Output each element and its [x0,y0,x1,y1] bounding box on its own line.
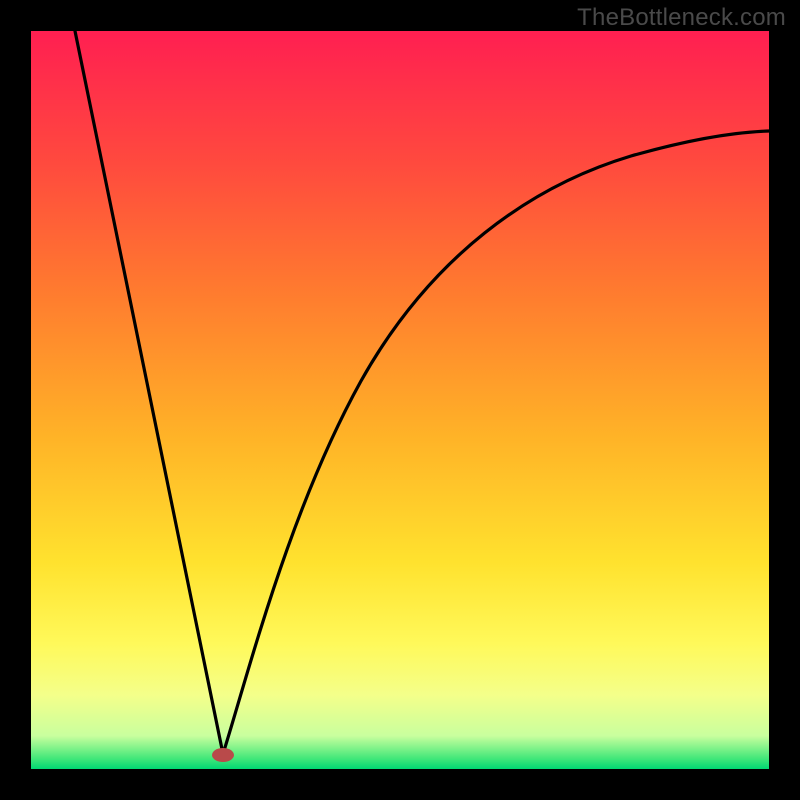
watermark-text: TheBottleneck.com [577,4,786,32]
chart-frame: TheBottleneck.com [0,0,800,800]
gradient-background [31,31,769,769]
minimum-marker [212,748,234,762]
chart-svg [31,31,769,769]
plot-area [31,31,769,769]
